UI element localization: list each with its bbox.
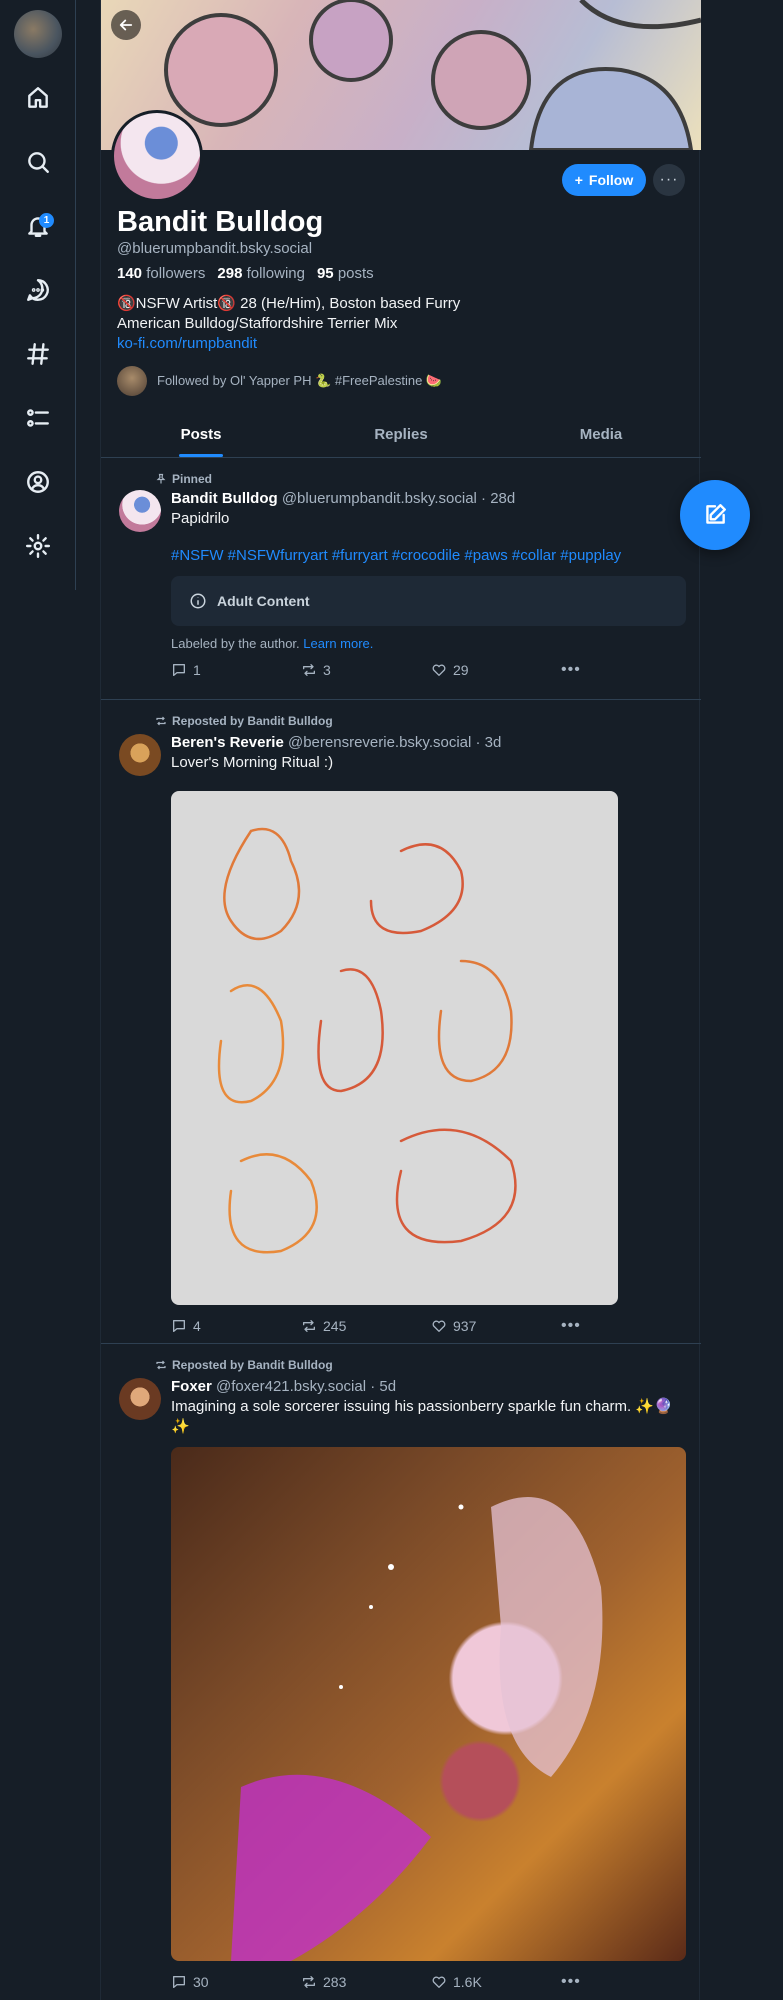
post-actions: 1 3 29 ••• (171, 661, 686, 679)
post-image[interactable] (171, 791, 618, 1305)
repost-icon (303, 1320, 315, 1332)
repost-small-icon (156, 1360, 166, 1370)
profile-avatar[interactable] (111, 110, 203, 202)
settings-icon[interactable] (18, 526, 58, 566)
chat-icon[interactable] (18, 270, 58, 310)
bio-line: 🔞NSFW Artist🔞 28 (He/Him), Boston based … (117, 295, 461, 312)
post-body: Beren's Reverie @berensreverie.bsky.soci… (171, 734, 686, 1335)
compose-icon (706, 504, 726, 524)
post-hashtags[interactable]: #NSFW #NSFWfurryart #furryart #crocodile… (171, 547, 686, 564)
post-author-avatar[interactable] (119, 1378, 161, 1420)
post-author-line[interactable]: Beren's Reverie @berensreverie.bsky.soci… (171, 734, 686, 751)
profile-tabs: Posts Replies Media (101, 412, 701, 458)
feed-post[interactable]: Pinned Bandit Bulldog @bluerumpbandit.bs… (101, 458, 701, 700)
profile-display-name: Bandit Bulldog (117, 206, 324, 238)
post-image[interactable] (171, 1447, 686, 1961)
more-options-button[interactable]: ··· (653, 164, 685, 196)
repost-indicator: Reposted by Bandit Bulldog (155, 1358, 333, 1372)
profile-icon[interactable] (18, 462, 58, 502)
following-stat[interactable]: 298 following (217, 265, 305, 282)
profile-main-column: + Follow ··· Bandit Bulldog @bluerumpban… (100, 0, 701, 2000)
list-icon[interactable] (18, 398, 58, 438)
info-icon (190, 593, 206, 609)
bio-line: American Bulldog/Staffordshire Terrier M… (117, 315, 398, 332)
learn-more-link[interactable]: Learn more. (303, 636, 373, 651)
pin-icon (156, 473, 166, 484)
label-notice: Labeled by the author. Learn more. (171, 636, 374, 651)
post-text: Papidrilo (171, 510, 230, 527)
back-button[interactable] (111, 10, 141, 40)
pinned-indicator: Pinned (155, 472, 212, 486)
profile-handle: @bluerumpbandit.bsky.social (117, 240, 313, 257)
search-icon[interactable] (18, 142, 58, 182)
feed-post[interactable]: Reposted by Bandit Bulldog Foxer @foxer4… (101, 1344, 701, 2000)
like-button[interactable]: 29 (431, 662, 561, 678)
profile-stats: 140 followers 298 following 95 posts (117, 265, 374, 282)
user-avatar[interactable] (14, 10, 62, 58)
post-body: Foxer @foxer421.bsky.social · 5d Imagini… (171, 1378, 686, 1991)
reply-icon (173, 664, 185, 676)
reply-icon (173, 1976, 185, 1988)
left-nav-rail: 1 (0, 0, 76, 590)
like-button[interactable]: 937 (431, 1318, 561, 1334)
posts-stat: 95 posts (316, 265, 374, 282)
compose-button[interactable] (680, 480, 750, 550)
home-icon[interactable] (18, 78, 58, 118)
post-body: Bandit Bulldog @bluerumpbandit.bsky.soci… (171, 490, 686, 679)
profile-bio: 🔞NSFW Artist🔞 28 (He/Him), Boston based … (117, 294, 637, 354)
heart-icon (432, 664, 446, 676)
tab-posts[interactable]: Posts (101, 412, 301, 457)
tab-media[interactable]: Media (501, 412, 701, 457)
sketch-art (217, 827, 517, 1254)
post-author-avatar[interactable] (119, 734, 161, 776)
post-author-line[interactable]: Foxer @foxer421.bsky.social · 5d (171, 1378, 686, 1395)
post-more-button[interactable]: ••• (561, 1973, 581, 1991)
post-text: Lover's Morning Ritual :) (171, 754, 334, 771)
repost-icon (303, 664, 315, 676)
illustration-art (231, 1497, 603, 1961)
heart-icon (432, 1976, 446, 1988)
bio-link[interactable]: ko-fi.com/rumpbandit (117, 334, 637, 354)
followed-by-text: Followed by Ol' Yapper PH 🐍 #FreePalesti… (157, 373, 443, 388)
arrow-left-icon (119, 19, 133, 31)
reply-icon (173, 1320, 185, 1332)
hashtag-icon[interactable] (18, 334, 58, 374)
repost-indicator: Reposted by Bandit Bulldog (155, 714, 333, 728)
post-text: Imagining a sole sorcerer issuing his pa… (171, 1398, 673, 1435)
follower-avatar (117, 366, 147, 396)
reply-button[interactable]: 1 (171, 662, 301, 678)
content-warning-box[interactable]: Adult Content (171, 576, 686, 626)
post-author-line[interactable]: Bandit Bulldog @bluerumpbandit.bsky.soci… (171, 490, 686, 507)
plus-icon: + (574, 172, 583, 188)
feed-post[interactable]: Reposted by Bandit Bulldog Beren's Rever… (101, 700, 701, 1344)
followers-stat[interactable]: 140 followers (117, 265, 205, 282)
repost-small-icon (156, 716, 166, 726)
repost-button[interactable]: 245 (301, 1318, 431, 1334)
post-more-button[interactable]: ••• (561, 661, 581, 679)
followed-by[interactable]: Followed by Ol' Yapper PH 🐍 #FreePalesti… (117, 366, 442, 396)
bell-icon[interactable] (18, 206, 58, 246)
post-author-avatar[interactable] (119, 490, 161, 532)
tab-replies[interactable]: Replies (301, 412, 501, 457)
notification-badge: 1 (39, 213, 54, 228)
post-actions: 30 283 1.6K ••• (171, 1973, 686, 1991)
post-more-button[interactable]: ••• (561, 1317, 581, 1335)
repost-icon (303, 1976, 315, 1988)
post-actions: 4 245 937 ••• (171, 1317, 686, 1335)
reply-button[interactable]: 4 (171, 1318, 301, 1334)
follow-button[interactable]: + Follow (562, 164, 646, 196)
repost-button[interactable]: 283 (301, 1974, 431, 1990)
heart-icon (432, 1320, 446, 1332)
like-button[interactable]: 1.6K (431, 1974, 561, 1990)
reply-button[interactable]: 30 (171, 1974, 301, 1990)
repost-button[interactable]: 3 (301, 662, 431, 678)
